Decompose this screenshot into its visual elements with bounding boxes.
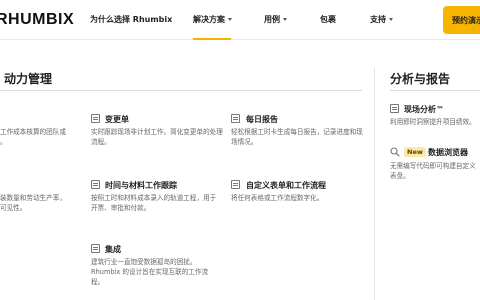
truncated-desc-1-line1: 工作成本核算的团队或 xyxy=(0,128,66,136)
change-order-desc: 实时跟踪现场非计划工作。简化变更单的处理流程。 xyxy=(91,128,223,146)
nav-support[interactable]: 支持 xyxy=(370,14,393,25)
time-materials-desc: 按照工时和材料成本录入的轨道工程，用于开票、审批和付款。 xyxy=(91,194,217,212)
chevron-down-icon xyxy=(228,18,232,21)
search-icon xyxy=(390,147,400,157)
nav-active-indicator xyxy=(193,38,231,40)
field-analytics-title[interactable]: 现场分析™ xyxy=(404,104,444,115)
custom-forms-desc: 将任何表格或工作流程数字化。 xyxy=(231,194,324,202)
nav-why-rhumbix-label: 为什么选择 Rhumbix xyxy=(90,15,173,24)
integrations-title[interactable]: 集成 xyxy=(105,244,121,255)
truncated-desc-2: 装数量和劳动生产率， 可见性。 xyxy=(0,193,80,213)
custom-forms-icon xyxy=(231,180,240,189)
data-explorer-desc: 无需编写代码即可构建自定义表盘。 xyxy=(390,162,476,180)
daily-report-title[interactable]: 每日报告 xyxy=(246,114,278,125)
daily-report-icon xyxy=(231,114,240,123)
section-divider xyxy=(390,90,480,91)
custom-forms-title[interactable]: 自定义表单和工作流程 xyxy=(246,180,326,191)
book-demo-button[interactable]: 预约演示 xyxy=(443,6,480,34)
column-divider xyxy=(374,68,375,300)
nav-support-label: 支持 xyxy=(370,15,386,24)
truncated-desc-1: 工作成本核算的团队或 。 xyxy=(0,127,80,147)
top-nav-bar: RHUMBIX 为什么选择 Rhumbix 解决方案 用例 包裹 支持 预约演示 xyxy=(0,0,480,40)
field-analytics-desc: 利用即时洞察提升项目绩效。 xyxy=(390,118,476,126)
nav-packages[interactable]: 包裹 xyxy=(320,14,336,25)
truncated-desc-1-line2: 。 xyxy=(0,138,7,146)
nav-use-cases[interactable]: 用例 xyxy=(264,14,287,25)
time-materials-icon xyxy=(91,180,100,189)
integrations-icon xyxy=(91,244,100,253)
nav-solutions-label: 解决方案 xyxy=(193,15,225,24)
nav-solutions[interactable]: 解决方案 xyxy=(193,14,232,25)
integrations-desc: 建筑行业一直饱受数据孤岛的困扰。Rhumbix 的设计旨在实现互联的工作流程。 xyxy=(91,258,209,286)
chevron-down-icon xyxy=(283,18,287,21)
daily-report-desc: 轻松根据工时卡生成每日报告，记录进度和现场情况。 xyxy=(231,128,363,146)
truncated-desc-2-line2: 可见性。 xyxy=(0,204,27,212)
new-badge: New xyxy=(404,147,426,157)
nav-packages-label: 包裹 xyxy=(320,15,336,24)
truncated-desc-2-line1: 装数量和劳动生产率， xyxy=(0,194,66,202)
rhumbix-logo[interactable]: RHUMBIX xyxy=(0,11,74,29)
chevron-down-icon xyxy=(389,18,393,21)
nav-use-cases-label: 用例 xyxy=(264,15,280,24)
nav-why-rhumbix[interactable]: 为什么选择 Rhumbix xyxy=(90,14,172,25)
section-title-workforce: 动力管理 xyxy=(4,72,53,86)
time-materials-title[interactable]: 时间与材料工作跟踪 xyxy=(105,180,177,191)
change-order-icon xyxy=(91,114,100,123)
field-analytics-icon xyxy=(390,104,399,113)
section-title-analytics: 分析与报告 xyxy=(390,72,451,86)
data-explorer-title[interactable]: 数据浏览器 xyxy=(428,147,468,158)
section-divider xyxy=(0,90,362,91)
change-order-title[interactable]: 变更单 xyxy=(105,114,129,125)
